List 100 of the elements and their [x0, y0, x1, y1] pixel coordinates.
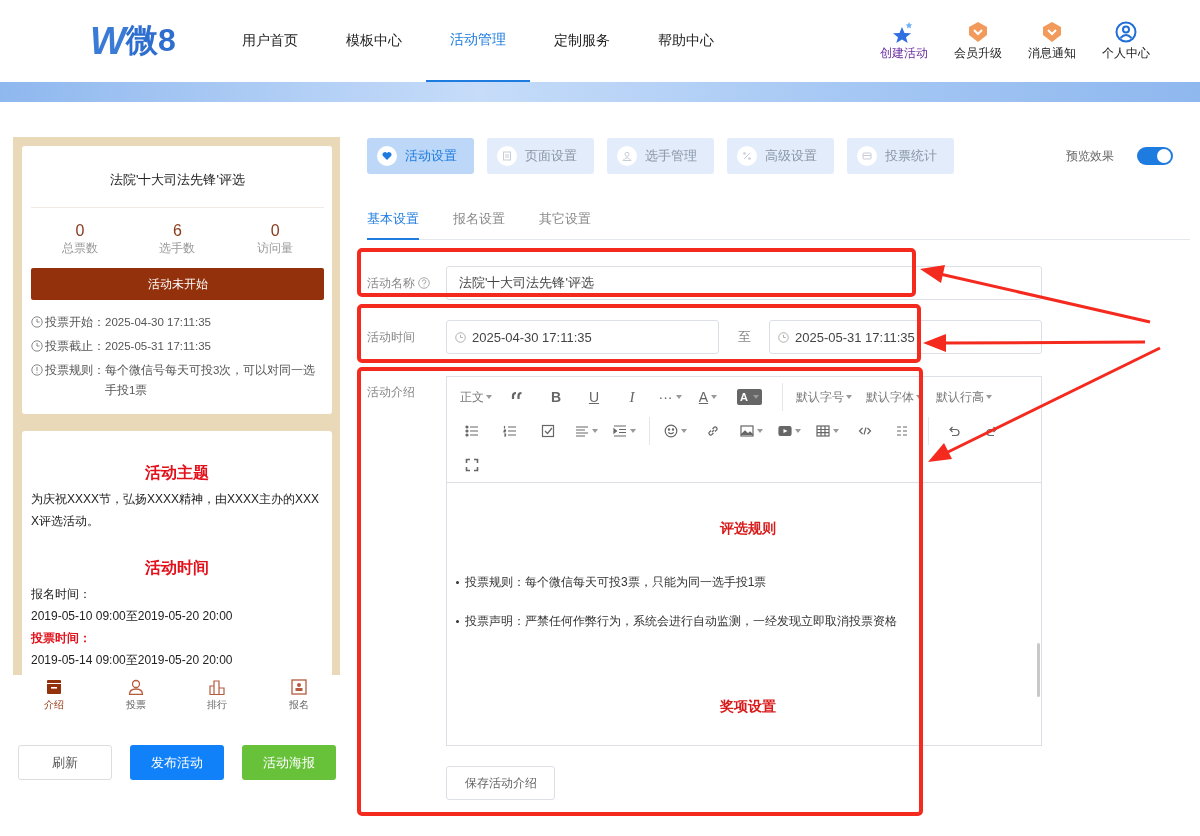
- field-label: 活动时间: [367, 328, 415, 346]
- medal-icon[interactable]: [967, 20, 989, 43]
- nav-link[interactable]: 帮助中心: [633, 0, 738, 82]
- subtab[interactable]: 报名设置: [453, 202, 505, 240]
- stat-label: 总票数: [61, 240, 98, 257]
- content-heading: 奖项设置: [719, 698, 777, 716]
- header-action-label[interactable]: 消息通知: [1028, 44, 1076, 62]
- content-heading: 评选规则: [718, 520, 777, 538]
- info-label: 投票开始：: [45, 314, 105, 331]
- paragraph: 报名时间：: [31, 586, 92, 603]
- header-action-label[interactable]: 创建活动: [880, 44, 928, 62]
- numbered-list-icon[interactable]: [503, 424, 517, 438]
- checkbox-icon[interactable]: [541, 424, 555, 438]
- caret-icon[interactable]: [794, 429, 801, 433]
- bullet-item: 投票规则：每个微信每天可投3票，只能为同一选手投1票: [455, 574, 1041, 591]
- toolbar-dropdown[interactable]: 默认字体: [858, 384, 929, 410]
- caret-icon[interactable]: [680, 429, 687, 433]
- editor-content-area[interactable]: 评选规则 投票规则：每个微信每天可投3票，只能为同一选手投1票 投票声明：严禁任何作弊行为，系统会进行自动监测，一经发现立即取消投票资格 奖项设置: [447, 483, 1041, 745]
- fullscreen-icon[interactable]: [465, 458, 479, 472]
- preview-action-button[interactable]: 发布活动: [130, 745, 224, 780]
- caret-icon[interactable]: [591, 429, 598, 433]
- paragraph: 为庆祝XXXX节，弘扬XXXX精神，由XXXX主办的XXXX评选活动。: [31, 491, 321, 530]
- person-icon: [127, 678, 144, 695]
- subtab[interactable]: 其它设置: [539, 202, 591, 240]
- logo[interactable]: W微8: [90, 19, 176, 63]
- bottom-nav-item[interactable]: 报名: [258, 675, 340, 715]
- toolbar-button[interactable]: B: [540, 384, 572, 410]
- header-action-label[interactable]: 会员升级: [954, 44, 1002, 62]
- caret-icon: [675, 395, 682, 399]
- caret-icon: [486, 395, 492, 399]
- caret-icon[interactable]: [756, 429, 763, 433]
- bottom-nav-item[interactable]: 介绍: [13, 675, 95, 715]
- card-icon: [857, 146, 877, 166]
- caret-icon[interactable]: [832, 429, 839, 433]
- stat-value: 0: [75, 222, 85, 240]
- info-value: 每个微信号每天可投3次，可以对同一选手投1票: [105, 363, 317, 398]
- toolbar-button[interactable]: A: [737, 389, 762, 405]
- status-button[interactable]: 活动未开始: [31, 268, 324, 300]
- stat-label: 访问量: [257, 240, 294, 257]
- caret-icon: [711, 395, 718, 399]
- range-separator: 至: [736, 328, 752, 346]
- subtab[interactable]: 基本设置: [367, 202, 419, 240]
- paragraph: 2019-05-10 09:00至2019-05-20 20:00: [31, 608, 234, 625]
- paragraph: 2019-05-14 09:00至2019-05-20 20:00: [31, 652, 234, 669]
- toolbar-dropdown[interactable]: 默认行高: [928, 384, 999, 410]
- toolbar-button[interactable]: A: [692, 384, 724, 410]
- stat-value: 6: [173, 222, 182, 240]
- user-icon[interactable]: [1115, 20, 1137, 43]
- table-icon[interactable]: [815, 424, 830, 438]
- toolbar-button[interactable]: I: [616, 384, 648, 410]
- toggle-label: 预览效果: [1066, 147, 1114, 165]
- dashed-lines-icon[interactable]: [896, 424, 910, 438]
- align-icon[interactable]: [574, 424, 589, 438]
- bullet-item: 投票声明：严禁任何作弊行为，系统会进行自动监测，一经发现立即取消投票资格: [455, 613, 1041, 630]
- stat-label: 选手数: [159, 240, 196, 257]
- caret-icon[interactable]: [629, 429, 636, 433]
- save-intro-button[interactable]: 保存活动介绍: [446, 766, 555, 800]
- clock-icon: [31, 316, 43, 328]
- book-icon: [45, 678, 62, 695]
- stat-value: 0: [270, 222, 280, 240]
- preview-toggle[interactable]: [1137, 147, 1173, 165]
- image-icon[interactable]: [739, 424, 754, 438]
- bottom-nav-item[interactable]: 投票: [94, 675, 177, 715]
- toolbar-dropdown[interactable]: 正文: [453, 384, 499, 410]
- percent-icon: [737, 146, 757, 166]
- page-icon: [497, 146, 517, 166]
- info-label: 投票规则：: [45, 362, 105, 379]
- info-value: 2025-05-31 17:11:35: [105, 339, 212, 354]
- bottom-nav-item[interactable]: 排行: [176, 675, 259, 715]
- toolbar-button[interactable]: ···: [654, 384, 686, 410]
- field-label: 活动名称: [367, 274, 415, 292]
- nav-link[interactable]: 用户首页: [217, 0, 322, 82]
- code-icon[interactable]: [858, 424, 872, 438]
- undo-icon[interactable]: [947, 424, 961, 438]
- bulleted-list-icon[interactable]: [465, 424, 479, 438]
- medal-icon[interactable]: [1041, 20, 1063, 43]
- end-date-field[interactable]: 2025-05-31 17:11:35: [769, 320, 1042, 354]
- link-icon[interactable]: [706, 424, 720, 438]
- toolbar-button[interactable]: U: [578, 384, 610, 410]
- preview-action-button[interactable]: 刷新: [18, 745, 112, 780]
- indent-icon[interactable]: [612, 424, 627, 438]
- redo-icon[interactable]: [985, 424, 999, 438]
- field-label: 活动介绍: [367, 384, 415, 401]
- scrollbar[interactable]: [1037, 643, 1040, 697]
- nav-link[interactable]: 模板中心: [321, 0, 426, 82]
- start-date-field[interactable]: 2025-04-30 17:11:35: [446, 320, 719, 354]
- preview-title: 法院'十大司法先锋'评选: [31, 146, 324, 208]
- clock-icon: [778, 331, 789, 343]
- smiley-icon[interactable]: [663, 424, 678, 438]
- section-heading: 活动主题: [144, 463, 210, 483]
- nav-link[interactable]: 定制服务: [529, 0, 634, 82]
- name-input[interactable]: 法院'十大司法先锋'评选: [446, 266, 1042, 300]
- toolbar-dropdown[interactable]: 默认字号: [788, 384, 859, 410]
- info-label: 投票截止：: [45, 338, 105, 355]
- caret-icon: [985, 395, 992, 399]
- caret-icon: [845, 395, 852, 399]
- caret-icon: [915, 395, 922, 399]
- paragraph: 投票时间：: [31, 630, 92, 647]
- header-action-label[interactable]: 个人中心: [1102, 44, 1150, 62]
- video-icon[interactable]: [777, 424, 792, 438]
